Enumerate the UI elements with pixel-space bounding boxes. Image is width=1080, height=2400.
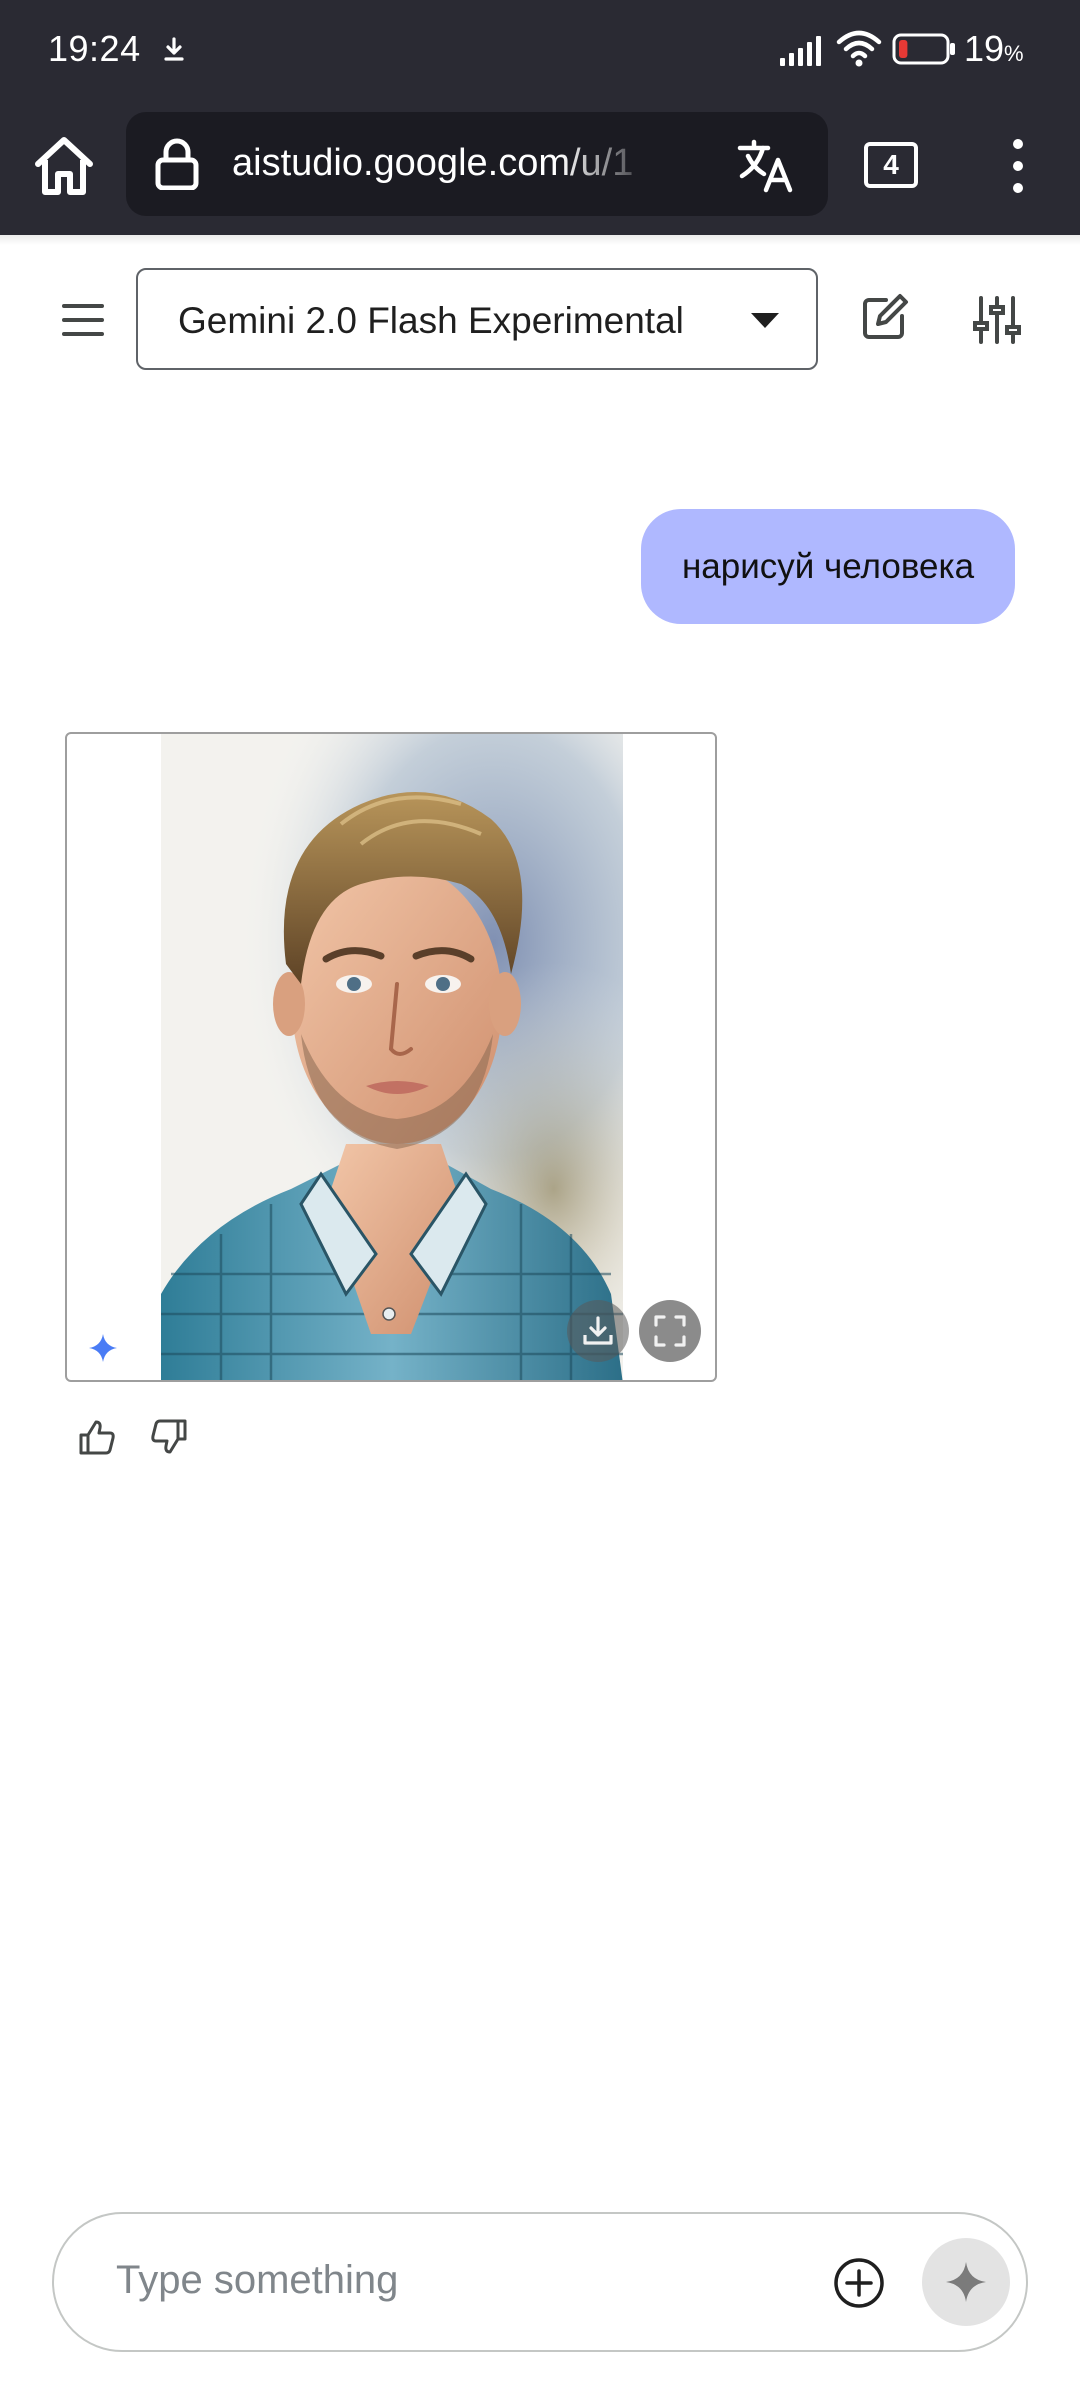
fullscreen-image-button[interactable]	[639, 1300, 701, 1362]
more-vert-icon[interactable]	[998, 136, 1038, 196]
tab-switcher-button[interactable]: 4	[864, 142, 918, 188]
home-icon[interactable]	[28, 130, 100, 202]
add-circle-icon[interactable]	[832, 2256, 886, 2310]
run-button[interactable]	[922, 2238, 1010, 2326]
address-bar[interactable]: aistudio.google.com/u/1/p	[126, 112, 828, 216]
edit-icon[interactable]	[860, 292, 910, 342]
status-time: 19:24	[48, 28, 141, 69]
run-sparkle-icon	[946, 2262, 986, 2302]
battery-percent: 19%	[964, 28, 1024, 69]
wifi-icon	[836, 30, 882, 67]
download-image-button[interactable]	[567, 1300, 629, 1362]
tune-icon[interactable]	[972, 296, 1022, 344]
chevron-down-icon	[751, 313, 779, 328]
prompt-composer	[52, 2212, 1028, 2352]
model-name: Gemini 2.0 Flash Experimental	[178, 300, 684, 341]
menu-icon[interactable]	[60, 300, 106, 340]
user-message: нарисуй человека	[641, 509, 1015, 624]
lock-icon[interactable]	[154, 138, 200, 190]
signal-icon	[780, 36, 821, 66]
thumb-up-icon[interactable]	[78, 1418, 116, 1456]
generated-image-card[interactable]	[65, 732, 717, 1382]
prompt-input[interactable]	[116, 2258, 816, 2303]
fullscreen-icon	[654, 1315, 686, 1347]
download-icon	[164, 37, 184, 61]
url-text[interactable]: aistudio.google.com/u/1/p	[232, 142, 632, 185]
toolbar-shadow	[0, 235, 1080, 245]
battery-icon	[892, 33, 955, 65]
download-icon	[583, 1316, 613, 1345]
status-bar: 19:24 19%	[0, 0, 1080, 100]
thumb-down-icon[interactable]	[150, 1418, 188, 1456]
sparkle-icon	[89, 1334, 117, 1362]
generated-portrait-image[interactable]	[161, 734, 623, 1382]
translate-icon[interactable]	[736, 136, 794, 194]
browser-toolbar: aistudio.google.com/u/1/p 4	[0, 100, 1080, 235]
model-selector[interactable]: Gemini 2.0 Flash Experimental	[136, 268, 818, 370]
